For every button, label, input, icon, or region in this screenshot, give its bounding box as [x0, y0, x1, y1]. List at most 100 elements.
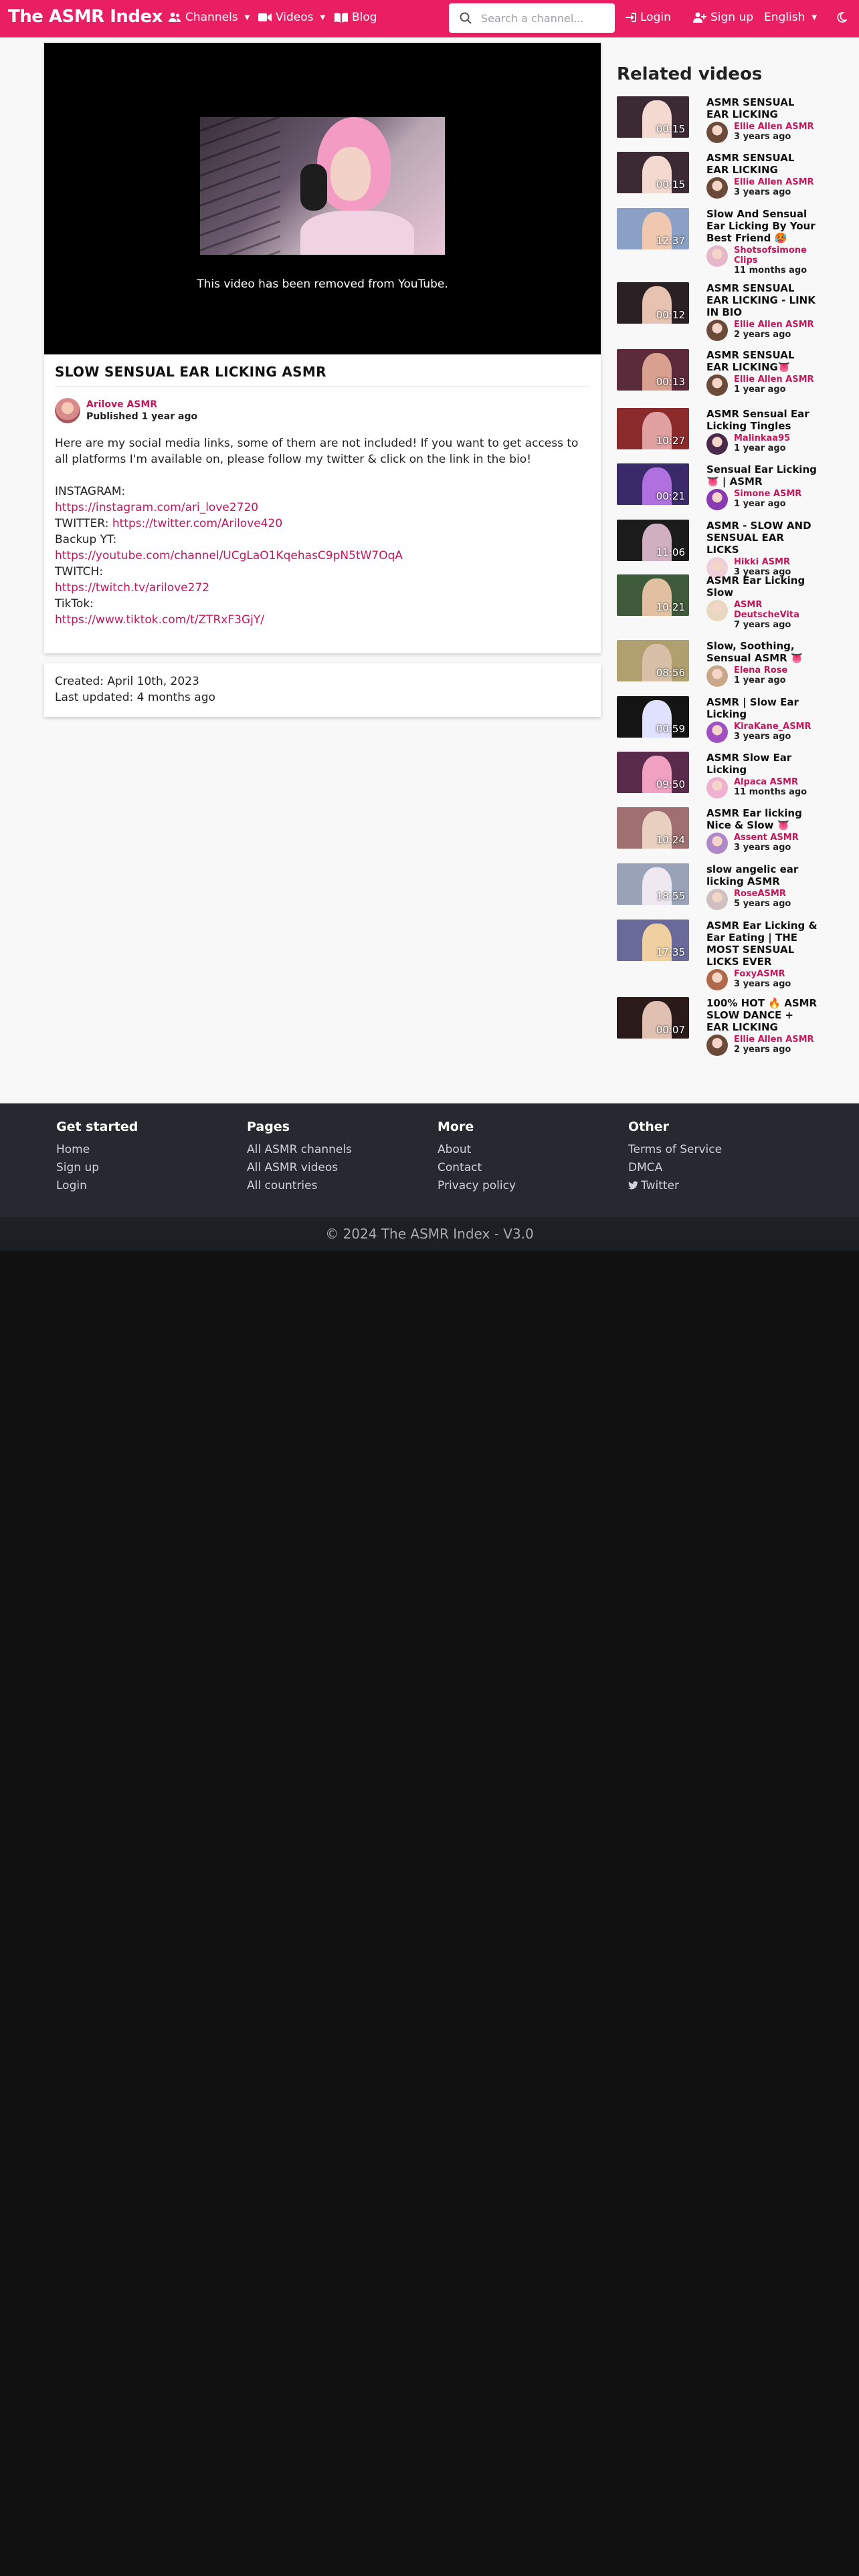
channel-avatar[interactable] — [706, 722, 728, 743]
related-video-title[interactable]: ASMR SENSUAL EAR LICKING — [706, 152, 818, 176]
brand-logo[interactable]: The ASMR Index — [8, 7, 163, 27]
channel-avatar[interactable] — [706, 665, 728, 687]
footer-link-terms[interactable]: Terms of Service — [628, 1141, 722, 1159]
channel-avatar[interactable] — [706, 1035, 728, 1056]
video-player[interactable]: This video has been removed from YouTube… — [44, 43, 601, 354]
footer-link-contact[interactable]: Contact — [438, 1159, 516, 1177]
channel-avatar[interactable] — [706, 374, 728, 396]
nav-login-label: Login — [640, 11, 671, 24]
related-video-thumbnail[interactable]: 00:21 — [617, 463, 689, 505]
channel-name-link[interactable]: Simone ASMR — [734, 489, 801, 499]
channel-name-link[interactable]: Shotsofsimone Clips — [734, 245, 818, 265]
related-video-thumbnail[interactable]: 12:37 — [617, 208, 689, 249]
nav-videos-dropdown[interactable]: Videos ▼ — [258, 11, 325, 24]
related-video-channel: Ellie Allen ASMR 3 years ago — [706, 177, 818, 199]
tiktok-link[interactable]: https://www.tiktok.com/t/ZTRxF3GjY/ — [55, 613, 264, 627]
channel-avatar[interactable] — [706, 600, 728, 621]
channel-avatar[interactable] — [706, 245, 728, 267]
related-video-thumbnail[interactable]: 00:15 — [617, 96, 689, 138]
instagram-link[interactable]: https://instagram.com/ari_love2720 — [55, 501, 258, 514]
backup-yt-link[interactable]: https://youtube.com/channel/UCgLaO1Kqeha… — [55, 549, 403, 562]
author-name-link[interactable]: Arilove ASMR — [86, 399, 197, 410]
channel-name-link[interactable]: ASMR DeutscheVita — [734, 600, 818, 620]
footer-link-twitter[interactable]: Twitter — [628, 1177, 722, 1195]
related-video-title[interactable]: Sensual Ear Licking 👅 | ASMR — [706, 463, 818, 488]
search-box[interactable] — [449, 3, 615, 33]
channel-name-link[interactable]: FoxyASMR — [734, 969, 791, 979]
channel-name-link[interactable]: Elena Rose — [734, 665, 787, 675]
nav-channels-dropdown[interactable]: Channels ▼ — [168, 11, 250, 24]
related-video-title[interactable]: ASMR Ear Licking Slow — [706, 574, 818, 599]
channel-name-link[interactable]: Ellie Allen ASMR — [734, 1035, 814, 1045]
channel-avatar[interactable] — [706, 889, 728, 910]
related-video-title[interactable]: ASMR Ear licking Nice & Slow 👅 — [706, 807, 818, 831]
channel-avatar[interactable] — [706, 969, 728, 990]
related-video-thumbnail[interactable]: 00:07 — [617, 997, 689, 1039]
related-video-thumbnail[interactable]: 00:59 — [617, 696, 689, 738]
channel-name-link[interactable]: Assent ASMR — [734, 833, 799, 843]
related-video-thumbnail[interactable]: 17:35 — [617, 920, 689, 961]
related-video-title[interactable]: slow angelic ear licking ASMR — [706, 863, 818, 887]
channel-name-link[interactable]: Malinkaa95 — [734, 433, 790, 443]
related-video-title[interactable]: ASMR SENSUAL EAR LICKING - LINK IN BIO — [706, 282, 818, 318]
related-video-title[interactable]: ASMR | Slow Ear Licking — [706, 696, 818, 720]
channel-avatar[interactable] — [706, 833, 728, 854]
channel-name-link[interactable]: Ellie Allen ASMR — [734, 122, 814, 132]
language-dropdown[interactable]: English ▼ — [764, 11, 817, 24]
footer-link-all-channels[interactable]: All ASMR channels — [247, 1141, 352, 1159]
related-video-title[interactable]: Slow And Sensual Ear Licking By Your Bes… — [706, 208, 818, 244]
nav-blog-link[interactable]: Blog — [335, 11, 377, 24]
footer-link-home[interactable]: Home — [56, 1141, 138, 1159]
channel-avatar[interactable] — [706, 122, 728, 143]
footer-link-all-countries[interactable]: All countries — [247, 1177, 352, 1195]
related-video-title[interactable]: ASMR Sensual Ear Licking Tingles — [706, 408, 818, 432]
related-video-thumbnail[interactable]: 10:27 — [617, 408, 689, 449]
published-date: Published 1 year ago — [86, 411, 198, 422]
dark-mode-toggle[interactable] — [836, 12, 847, 23]
related-video-title[interactable]: ASMR Slow Ear Licking — [706, 752, 818, 776]
channel-name-link[interactable]: RoseASMR — [734, 889, 791, 899]
channel-name-link[interactable]: Ellie Allen ASMR — [734, 320, 814, 330]
channel-avatar[interactable] — [706, 177, 728, 199]
footer-link-dmca[interactable]: DMCA — [628, 1159, 722, 1177]
related-video-thumbnail[interactable]: 18:55 — [617, 863, 689, 905]
related-video-thumbnail[interactable]: 09:50 — [617, 752, 689, 793]
twitter-link[interactable]: https://twitter.com/Arilove420 — [112, 517, 282, 530]
related-video-title[interactable]: 100% HOT 🔥 ASMR SLOW DANCE + EAR LICKING — [706, 997, 818, 1033]
nav-login-link[interactable]: Login — [626, 11, 671, 24]
related-video-thumbnail[interactable]: 00:13 — [617, 349, 689, 391]
related-video-title[interactable]: ASMR SENSUAL EAR LICKING — [706, 96, 818, 120]
caret-down-icon: ▼ — [244, 13, 250, 21]
channel-name-link[interactable]: KiraKane_ASMR — [734, 722, 812, 732]
nav-signup-link[interactable]: Sign up — [693, 11, 753, 24]
channel-name-link[interactable]: Alpaca ASMR — [734, 777, 807, 787]
related-video-thumbnail[interactable]: 11:06 — [617, 520, 689, 561]
twitch-link[interactable]: https://twitch.tv/arilove272 — [55, 581, 209, 595]
channel-name-link[interactable]: Ellie Allen ASMR — [734, 374, 814, 385]
footer-link-signup[interactable]: Sign up — [56, 1159, 138, 1177]
related-video-thumbnail[interactable]: 00:12 — [617, 282, 689, 324]
channel-name-link[interactable]: Hikki ASMR — [734, 557, 791, 567]
search-input[interactable] — [481, 11, 601, 25]
channel-avatar[interactable] — [706, 320, 728, 341]
channel-avatar[interactable] — [706, 489, 728, 510]
footer-link-login[interactable]: Login — [56, 1177, 138, 1195]
related-video-title[interactable]: ASMR - SLOW AND SENSUAL EAR LICKS — [706, 520, 818, 556]
footer-link-about[interactable]: About — [438, 1141, 516, 1159]
backup-yt-label: Backup YT: — [55, 533, 117, 546]
related-video-thumbnail[interactable]: 00:15 — [617, 152, 689, 193]
channel-name-link[interactable]: Ellie Allen ASMR — [734, 177, 814, 187]
related-video-title[interactable]: ASMR Ear Licking & Ear Eating | THE MOST… — [706, 920, 818, 968]
footer-link-privacy[interactable]: Privacy policy — [438, 1177, 516, 1195]
channel-avatar[interactable] — [706, 433, 728, 455]
related-video-thumbnail[interactable]: 10:24 — [617, 807, 689, 849]
related-video-thumbnail[interactable]: 08:56 — [617, 640, 689, 681]
author-avatar[interactable] — [55, 398, 80, 423]
related-video-title[interactable]: Slow, Soothing, Sensual ASMR 👅 — [706, 640, 818, 664]
related-video-title[interactable]: ASMR SENSUAL EAR LICKING👅 — [706, 349, 818, 373]
user-plus-icon — [693, 12, 706, 23]
channel-avatar[interactable] — [706, 777, 728, 798]
video-duration: 11:06 — [656, 546, 685, 558]
related-video-thumbnail[interactable]: 10:21 — [617, 574, 689, 616]
footer-link-all-videos[interactable]: All ASMR videos — [247, 1159, 352, 1177]
